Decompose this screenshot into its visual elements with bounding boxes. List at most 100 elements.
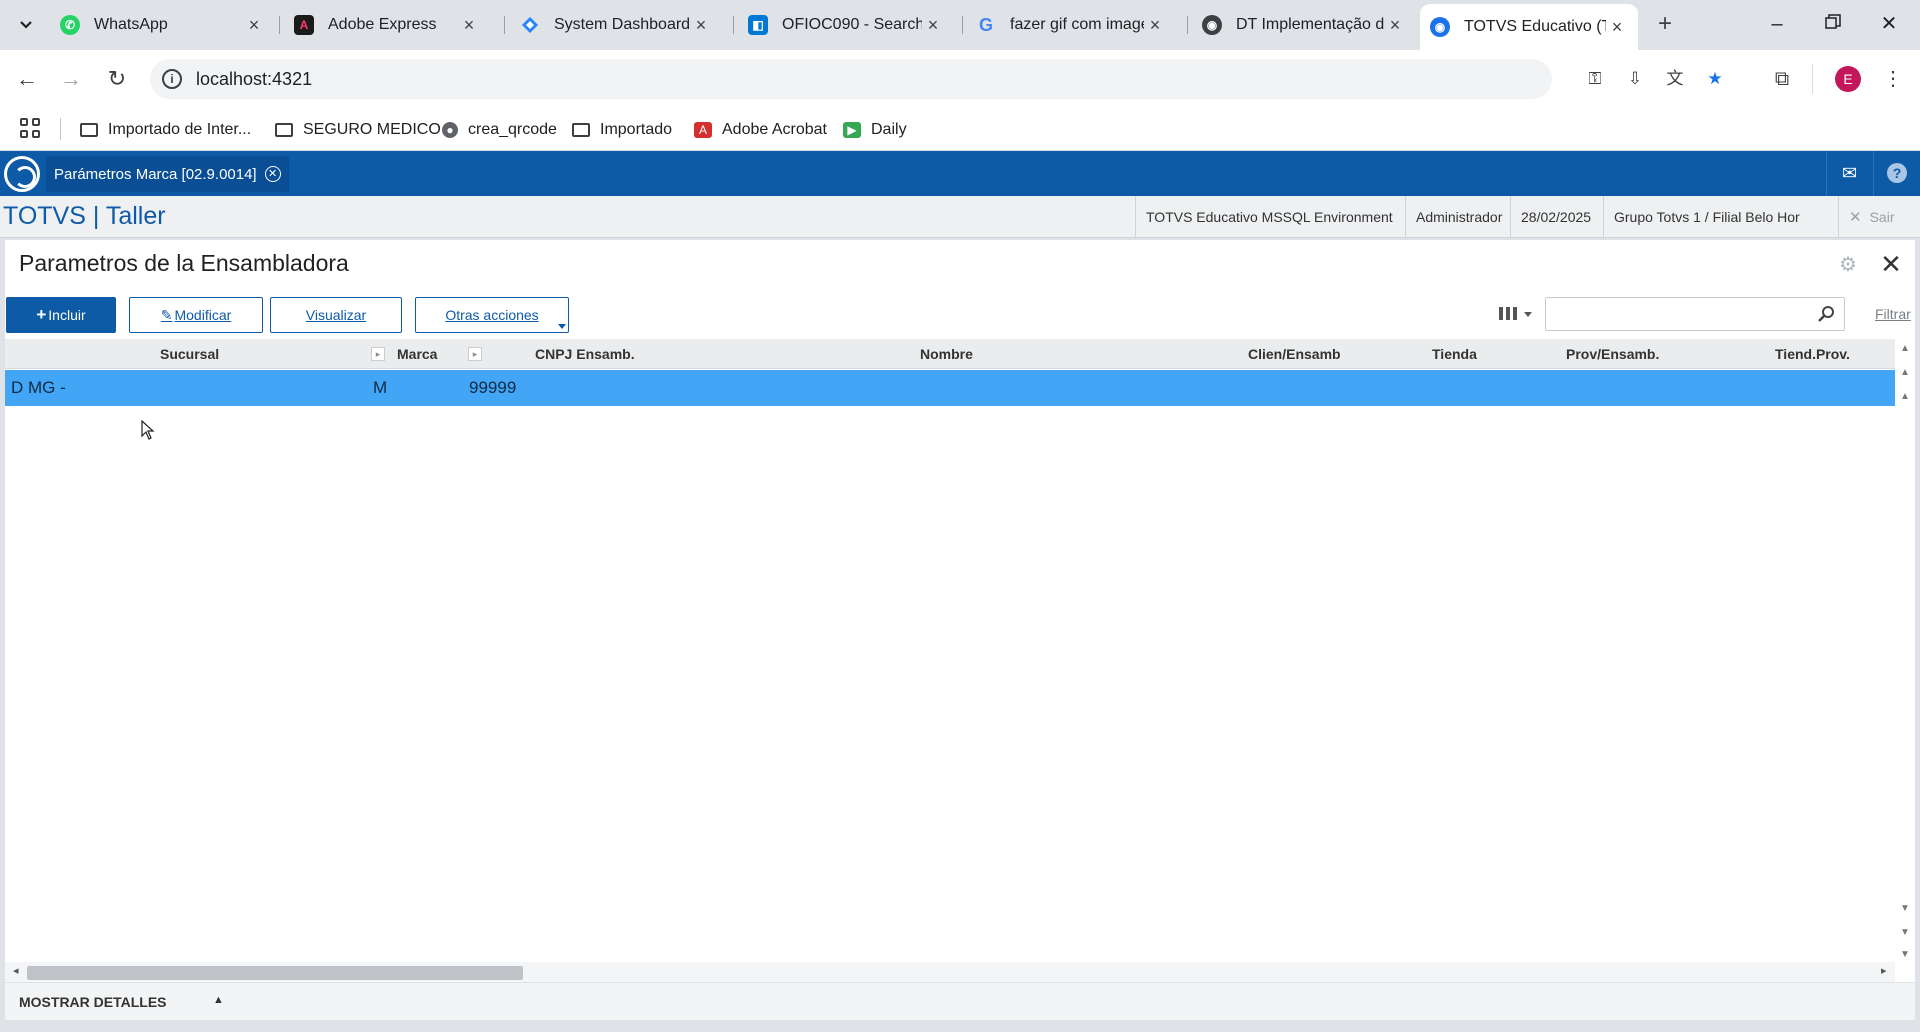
modify-button[interactable]: ✎ Modificar: [129, 297, 263, 333]
close-icon[interactable]: ×: [458, 15, 480, 36]
apps-grid-icon[interactable]: [20, 118, 44, 142]
plus-icon: +: [36, 305, 47, 324]
column-header-marca[interactable]: Marca: [397, 346, 437, 362]
help-icon[interactable]: ?: [1873, 151, 1920, 196]
environment-label[interactable]: TOTVS Educativo MSSQL Environment: [1135, 196, 1405, 238]
browser-tab-whatsapp[interactable]: ✆ WhatsApp ×: [50, 8, 275, 42]
column-header-clien-ensamb[interactable]: Clien/Ensamb: [1248, 346, 1341, 362]
meet-icon: ▶: [843, 122, 861, 138]
scroll-bottom-icon[interactable]: ▼: [1899, 949, 1911, 961]
back-button[interactable]: ←: [10, 62, 44, 96]
column-selector-button[interactable]: [1497, 304, 1545, 326]
install-app-icon[interactable]: ⇩: [1622, 67, 1648, 91]
gear-icon[interactable]: ⚙: [1837, 254, 1859, 276]
horizontal-scroll-thumb[interactable]: [27, 966, 523, 980]
scroll-top-icon[interactable]: ▲: [1899, 343, 1911, 355]
totvs-logo-icon[interactable]: [4, 156, 40, 192]
translate-icon[interactable]: 文: [1662, 67, 1688, 91]
jira-icon: [520, 15, 540, 35]
app-info-bar: TOTVS | Taller TOTVS Educativo MSSQL Env…: [0, 196, 1920, 238]
tab-title: WhatsApp: [94, 16, 168, 33]
date-label[interactable]: 28/02/2025: [1510, 196, 1603, 238]
browser-tab-system-dashboard[interactable]: System Dashboard - ×: [510, 8, 722, 42]
minimize-button[interactable]: –: [1754, 6, 1800, 42]
close-icon[interactable]: ×: [1384, 15, 1406, 36]
reload-button[interactable]: ↻: [100, 62, 134, 96]
pencil-icon: ✎: [160, 306, 173, 323]
new-tab-button[interactable]: +: [1650, 10, 1680, 40]
exit-button[interactable]: ✕ Sair: [1838, 196, 1920, 238]
column-header-nombre[interactable]: Nombre: [920, 346, 973, 362]
scroll-left-icon[interactable]: ◂: [13, 964, 19, 977]
scroll-page-up-icon[interactable]: ▲: [1899, 367, 1911, 379]
browser-tab-totvs-educativo[interactable]: ◉ TOTVS Educativo (TC ×: [1420, 4, 1638, 50]
close-icon[interactable]: ×: [690, 15, 712, 36]
user-label[interactable]: Administrador: [1405, 196, 1510, 238]
close-icon[interactable]: ×: [1606, 17, 1628, 38]
table-row[interactable]: D MG - M 99999: [5, 370, 1895, 406]
column-header-cnpj[interactable]: CNPJ Ensamb.: [535, 346, 635, 362]
column-header-prov-ensamb[interactable]: Prov/Ensamb.: [1566, 346, 1659, 362]
sort-icon[interactable]: ▸: [371, 347, 385, 361]
column-header-sucursal[interactable]: Sucursal: [160, 346, 219, 362]
scroll-right-icon[interactable]: ▸: [1881, 964, 1887, 977]
browser-tab-strip: ✆ WhatsApp × A Adobe Express × System Da…: [0, 0, 1920, 50]
close-icon[interactable]: ×: [922, 15, 944, 36]
show-details-bar[interactable]: MOSTRAR DETALLES ▲: [5, 982, 1915, 1020]
tab-title: DT Implementação d: [1236, 16, 1384, 33]
site-info-icon[interactable]: i: [162, 69, 182, 89]
scroll-down-icon[interactable]: ▼: [1899, 903, 1911, 915]
browser-tab-dt-implementacao[interactable]: ◉ DT Implementação d ×: [1192, 8, 1416, 42]
browser-tab-adobe-express[interactable]: A Adobe Express ×: [284, 8, 490, 42]
extensions-icon[interactable]: ⧉: [1765, 62, 1799, 96]
mail-icon[interactable]: ✉: [1826, 151, 1872, 196]
tab-search-button[interactable]: [10, 10, 42, 40]
tab-title: TOTVS Educativo (TC: [1464, 18, 1606, 35]
tab-title: Adobe Express: [328, 16, 437, 33]
menu-icon[interactable]: ⋮: [1876, 62, 1910, 96]
search-input[interactable]: [1545, 297, 1845, 331]
scroll-up-icon[interactable]: ▲: [1899, 391, 1911, 403]
browser-toolbar: ← → ↻ i localhost:4321 ⚿ ⇩ 文 ★ ⧉ E ⋮: [0, 50, 1920, 108]
bookmark-star-icon[interactable]: ★: [1702, 67, 1728, 91]
show-details-label: MOSTRAR DETALLES: [19, 994, 167, 1010]
bookmark-adobe-acrobat[interactable]: A Adobe Acrobat: [694, 117, 827, 143]
close-icon[interactable]: ×: [243, 15, 265, 36]
search-icon[interactable]: [1818, 305, 1836, 323]
bookmark-importado[interactable]: Importado: [572, 117, 672, 143]
cell-sucursal: D MG -: [11, 378, 66, 397]
bookmark-crea-qrcode[interactable]: ● crea_qrcode: [442, 117, 557, 143]
vertical-scrollbar[interactable]: ▲ ▲ ▲ ▼ ▼ ▼: [1895, 339, 1915, 961]
close-icon[interactable]: ×: [1144, 15, 1166, 36]
view-button[interactable]: Visualizar: [270, 297, 402, 333]
app-tab-parametros-marca[interactable]: Parámetros Marca [02.9.0014] ✕: [46, 156, 289, 192]
close-panel-button[interactable]: ✕: [1877, 250, 1905, 278]
other-actions-button[interactable]: Otras acciones: [415, 297, 569, 333]
bookmark-seguro-medico[interactable]: SEGURO MEDICO: [275, 117, 441, 143]
bookmark-importado-inter[interactable]: Importado de Inter...: [80, 117, 251, 143]
key-icon[interactable]: ⚿: [1582, 67, 1608, 91]
branch-label[interactable]: Grupo Totvs 1 / Filial Belo Hor: [1603, 196, 1808, 238]
close-icon: ✕: [1849, 209, 1862, 226]
browser-tab-fazer-gif[interactable]: G fazer gif com imagen ×: [966, 8, 1176, 42]
sort-icon[interactable]: ▸: [468, 347, 482, 361]
app-tab-title: Parámetros Marca [02.9.0014]: [54, 165, 257, 183]
close-icon[interactable]: ✕: [264, 166, 281, 182]
column-header-tienda[interactable]: Tienda: [1432, 346, 1477, 362]
address-bar[interactable]: i localhost:4321 ⚿ ⇩ 文 ★: [150, 59, 1723, 99]
bookmarks-bar: Importado de Inter... SEGURO MEDICO ● cr…: [0, 108, 1920, 151]
scroll-page-down-icon[interactable]: ▼: [1899, 927, 1911, 939]
include-button[interactable]: + Incluir: [6, 297, 116, 333]
window-close-button[interactable]: ✕: [1866, 6, 1912, 42]
column-header-tiend-prov[interactable]: Tiend.Prov.: [1775, 346, 1850, 362]
restore-button[interactable]: [1810, 6, 1856, 42]
bookmark-daily[interactable]: ▶ Daily: [843, 117, 907, 143]
horizontal-scrollbar[interactable]: ◂ ▸: [5, 962, 1895, 982]
filter-link[interactable]: Filtrar: [1875, 306, 1911, 322]
table-header: Sucursal ▸ Marca ▸ CNPJ Ensamb. Nombre C…: [5, 339, 1895, 369]
chevron-down-icon: [558, 324, 566, 329]
profile-avatar[interactable]: E: [1835, 66, 1861, 92]
browser-tab-ofioc090[interactable]: ◧ OFIOC090 - Search C ×: [738, 8, 954, 42]
forward-button[interactable]: →: [54, 62, 88, 96]
tab-title: System Dashboard -: [554, 16, 690, 33]
